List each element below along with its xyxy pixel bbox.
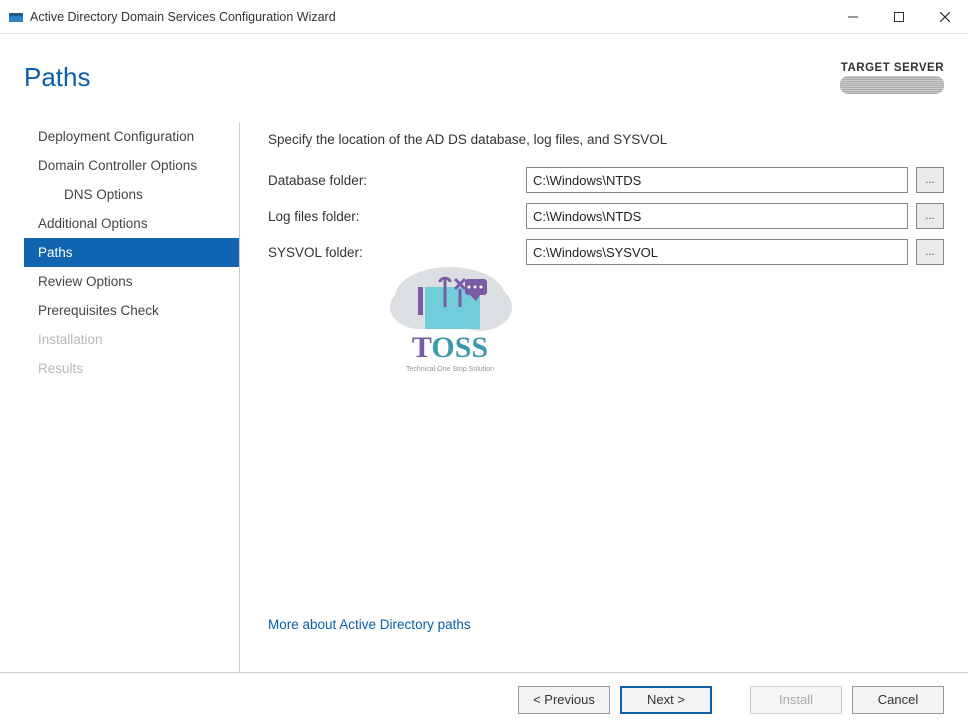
app-icon xyxy=(8,9,24,25)
sidebar-item-deployment-configuration[interactable]: Deployment Configuration xyxy=(24,122,239,151)
logfiles-folder-browse-button[interactable]: ... xyxy=(916,203,944,229)
content-panel: Specify the location of the AD DS databa… xyxy=(240,122,944,672)
header: Paths TARGET SERVER xyxy=(0,34,968,102)
wizard-body: Deployment Configuration Domain Controll… xyxy=(0,102,968,672)
svg-text:TOSS: TOSS xyxy=(412,331,488,364)
titlebar: Active Directory Domain Services Configu… xyxy=(0,0,968,34)
sidebar-item-results: Results xyxy=(24,354,239,383)
target-server-box: TARGET SERVER xyxy=(840,62,944,94)
watermark-logo: TOSS Technical One Stop Solution xyxy=(370,257,550,390)
sidebar-item-dns-options[interactable]: DNS Options xyxy=(24,180,239,209)
page-title: Paths xyxy=(24,62,91,93)
next-button[interactable]: Next > xyxy=(620,686,712,714)
sysvol-folder-browse-button[interactable]: ... xyxy=(916,239,944,265)
logfiles-folder-label: Log files folder: xyxy=(268,209,518,224)
install-button: Install xyxy=(750,686,842,714)
database-folder-row: Database folder: ... xyxy=(268,167,944,193)
cancel-button[interactable]: Cancel xyxy=(852,686,944,714)
sidebar-item-installation: Installation xyxy=(24,325,239,354)
sysvol-folder-input[interactable] xyxy=(526,239,908,265)
close-button[interactable] xyxy=(922,0,968,34)
sidebar-item-paths[interactable]: Paths xyxy=(24,238,239,267)
previous-button[interactable]: < Previous xyxy=(518,686,610,714)
logfiles-folder-row: Log files folder: ... xyxy=(268,203,944,229)
target-server-label: TARGET SERVER xyxy=(840,62,944,74)
window-title: Active Directory Domain Services Configu… xyxy=(30,10,336,24)
footer: < Previous Next > Install Cancel xyxy=(0,672,968,726)
logfiles-folder-input[interactable] xyxy=(526,203,908,229)
database-folder-input[interactable] xyxy=(526,167,908,193)
more-about-paths-link[interactable]: More about Active Directory paths xyxy=(268,617,471,632)
target-server-name-redacted xyxy=(840,76,944,94)
maximize-button[interactable] xyxy=(876,0,922,34)
sidebar-item-prerequisites-check[interactable]: Prerequisites Check xyxy=(24,296,239,325)
sidebar-item-review-options[interactable]: Review Options xyxy=(24,267,239,296)
minimize-button[interactable] xyxy=(830,0,876,34)
instruction-text: Specify the location of the AD DS databa… xyxy=(268,132,944,147)
window-controls xyxy=(830,0,968,34)
database-folder-label: Database folder: xyxy=(268,173,518,188)
database-folder-browse-button[interactable]: ... xyxy=(916,167,944,193)
sidebar-item-domain-controller-options[interactable]: Domain Controller Options xyxy=(24,151,239,180)
watermark-subtitle: Technical One Stop Solution xyxy=(406,366,494,373)
sidebar: Deployment Configuration Domain Controll… xyxy=(24,122,240,672)
sidebar-item-additional-options[interactable]: Additional Options xyxy=(24,209,239,238)
